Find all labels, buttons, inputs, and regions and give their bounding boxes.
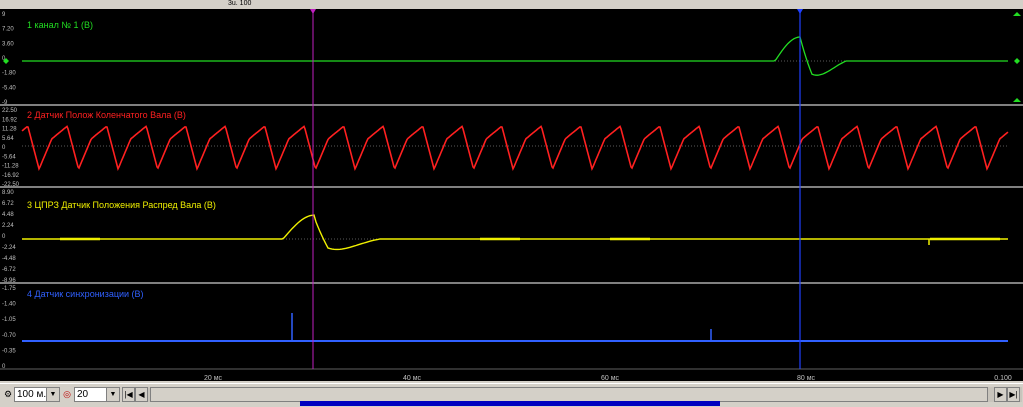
- position-indicator: [300, 401, 720, 406]
- right-cursor-handle: [797, 9, 803, 14]
- time-axis-label: 40 мс: [403, 375, 422, 381]
- scroll-left-button[interactable]: ◀: [135, 387, 148, 402]
- y-tick-label: -9: [2, 100, 8, 106]
- time-axis-label: 80 мс: [797, 375, 816, 381]
- y-tick-label: 6.72: [2, 201, 14, 207]
- scroll-last-button[interactable]: ▶|: [1007, 387, 1020, 402]
- channel-4-label: 4 Датчик синхронизации (В): [27, 289, 144, 299]
- y-tick-label: -0.70: [2, 333, 16, 339]
- y-tick-label: -1.75: [2, 286, 16, 292]
- y-tick-label: -6.72: [2, 267, 16, 273]
- channel-3-label: 3 ЦПРЗ Датчик Положения Распред Вала (В): [27, 200, 216, 210]
- count-value: 20: [77, 389, 89, 400]
- y-tick-label: -11.28: [2, 164, 19, 170]
- time-axis-label: 60 мс: [601, 375, 620, 381]
- y-tick-label: 4.48: [2, 212, 14, 218]
- status-bar: ⚙ 100 м... ▼ ◎ 20 ▼ |◀ ◀ ▶ ▶|: [0, 383, 1023, 407]
- y-tick-label: -1.80: [2, 71, 16, 77]
- oscilloscope-display[interactable]: 9 7.20 3.60 0 -1.80 -5.40 -9 22.50 16.92 11.28 5.6…: [0, 9, 1023, 381]
- left-cursor-handle: [310, 9, 316, 14]
- y-tick-label: 16.92: [2, 117, 18, 123]
- y-tick-label: 9: [2, 12, 6, 18]
- channel-2-label: 2 Датчик Полож Коленчатого Вала (В): [27, 110, 186, 120]
- y-tick-label: 0: [2, 234, 6, 240]
- channel-1-top-marker: [1013, 12, 1021, 16]
- y-tick-label: -5.40: [2, 85, 16, 91]
- chevron-down-icon[interactable]: ▼: [106, 388, 119, 401]
- y-tick-label: -4.48: [2, 256, 16, 262]
- y-tick-label: 3.60: [2, 41, 14, 47]
- channel-2-trace: [21, 125, 1009, 172]
- y-tick-label: 7.20: [2, 27, 14, 33]
- toolbar-partial-text: 3u. 100: [228, 0, 252, 7]
- scroll-thumb[interactable]: [150, 387, 988, 402]
- record-icon[interactable]: ◎: [60, 387, 74, 402]
- scroll-right-button[interactable]: ▶: [994, 387, 1007, 402]
- count-select[interactable]: 20 ▼: [74, 387, 120, 402]
- y-tick-label: -8.96: [2, 278, 16, 284]
- time-axis-label: 20 мс: [204, 375, 223, 381]
- y-tick-label: 5.64: [2, 136, 14, 142]
- y-tick-label: 0: [2, 145, 6, 151]
- channel-1-label: 1 канал № 1 (В): [27, 20, 93, 30]
- y-tick-label: 22.50: [2, 108, 18, 114]
- channel-1-trace: [22, 36, 847, 76]
- timebase-select[interactable]: 100 м... ▼: [14, 387, 60, 402]
- y-tick-label: -5.64: [2, 154, 16, 160]
- y-tick-label: -22.50: [2, 182, 20, 188]
- channel-1-scale-marker: [1013, 98, 1021, 102]
- scroll-first-button[interactable]: |◀: [122, 387, 135, 402]
- y-tick-label: 2.24: [2, 223, 14, 229]
- scope-icon[interactable]: ⚙: [1, 387, 15, 402]
- waveform-canvas[interactable]: 9 7.20 3.60 0 -1.80 -5.40 -9 22.50 16.92 11.28 5.6…: [0, 9, 1023, 381]
- y-tick-label: 11.28: [2, 127, 17, 133]
- y-tick-label: -16.92: [2, 173, 20, 179]
- channel-3-trace: [22, 214, 1008, 251]
- y-tick-label: -0.35: [2, 348, 16, 354]
- y-tick-label: -2.24: [2, 245, 16, 251]
- chevron-down-icon[interactable]: ▼: [46, 388, 59, 401]
- y-tick-label: -1.05: [2, 317, 16, 323]
- y-tick-label: -1.40: [2, 302, 16, 308]
- y-tick-label: 8.90: [2, 190, 14, 196]
- channel-1-right-marker: [1014, 58, 1020, 64]
- time-axis-label: 0.100: [994, 375, 1012, 381]
- time-scrollbar[interactable]: |◀ ◀ ▶ ▶|: [122, 387, 1022, 402]
